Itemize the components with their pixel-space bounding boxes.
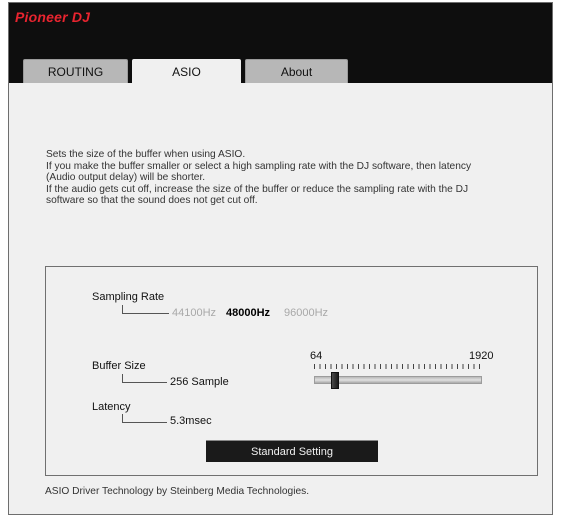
description-line: software so that the sound does not get … [46, 195, 258, 207]
asio-settings-window: Pioneer DJ ROUTING ASIO About Sets the s… [8, 2, 553, 515]
buffer-size-value: 256 Sample [170, 376, 229, 388]
buffer-size-slider-track[interactable] [314, 376, 482, 384]
latency-label: Latency [92, 401, 131, 413]
buffer-size-label: Buffer Size [92, 360, 146, 372]
tab-asio[interactable]: ASIO [132, 59, 241, 84]
app-header: Pioneer DJ ROUTING ASIO About [9, 3, 552, 84]
sampling-rate-label: Sampling Rate [92, 291, 165, 303]
slider-min-label: 64 [310, 350, 323, 362]
sampling-rate-48000[interactable]: 48000Hz [226, 307, 270, 319]
sampling-rate-bracket [122, 305, 169, 314]
buffer-size-bracket [122, 374, 167, 383]
description-line: If the audio gets cut off, increase the … [46, 183, 469, 195]
slider-max-label: 1920 [469, 350, 494, 362]
pioneer-dj-logo: Pioneer DJ [15, 9, 91, 25]
buffer-size-slider-thumb[interactable] [331, 372, 339, 389]
description-line: Sets the size of the buffer when using A… [46, 149, 246, 160]
sampling-rate-96000[interactable]: 96000Hz [284, 307, 328, 319]
slider-ticks [314, 364, 482, 369]
standard-setting-button[interactable]: Standard Setting [206, 440, 378, 462]
sampling-rate-44100[interactable]: 44100Hz [172, 307, 216, 319]
latency-value: 5.3msec [170, 415, 212, 427]
description-line: (Audio output delay) will be shorter. [46, 172, 206, 184]
description-line: If you make the buffer smaller or select… [46, 160, 472, 172]
asio-description: Sets the size of the buffer when using A… [46, 149, 546, 207]
latency-bracket [122, 414, 167, 423]
settings-panel: Sampling Rate 44100Hz 48000Hz 96000Hz Bu… [45, 266, 538, 476]
steinberg-credit: ASIO Driver Technology by Steinberg Medi… [45, 486, 310, 497]
tab-about[interactable]: About [245, 59, 348, 83]
tab-routing[interactable]: ROUTING [23, 59, 128, 83]
